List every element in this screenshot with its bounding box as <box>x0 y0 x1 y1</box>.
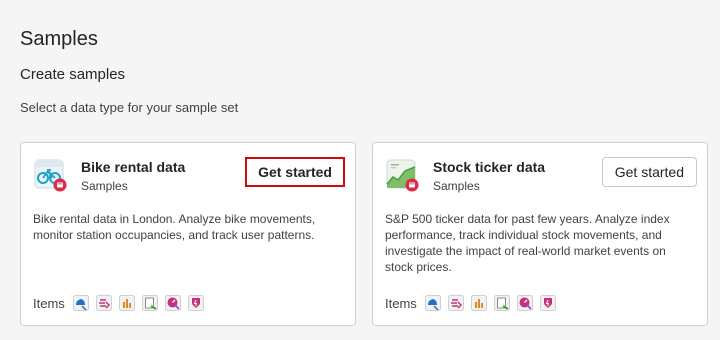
kql-queryset-icon <box>118 295 135 311</box>
eventhouse-icon <box>72 295 89 311</box>
section-title: Create samples <box>20 66 126 83</box>
items-label: Items <box>385 295 417 311</box>
activator-icon <box>539 295 556 311</box>
real-time-dashboard-icon <box>516 295 533 311</box>
get-started-button-bike[interactable]: Get started <box>245 157 345 187</box>
real-time-dashboard-icon <box>164 295 181 311</box>
items-row: Items <box>385 293 563 313</box>
section-subtitle: Select a data type for your sample set <box>20 100 239 115</box>
sample-card-bike-rental: Bike rental data Samples Get started Bik… <box>20 142 356 326</box>
notebook-icon <box>141 295 158 311</box>
eventhouse-icon <box>424 295 441 311</box>
bike-icon <box>34 159 67 192</box>
card-description: Bike rental data in London. Analyze bike… <box>33 212 316 242</box>
card-description: S&P 500 ticker data for past few years. … <box>385 212 670 274</box>
eventstream-icon <box>447 295 464 311</box>
get-started-button-stock[interactable]: Get started <box>601 157 697 187</box>
items-row: Items <box>33 293 211 313</box>
kql-queryset-icon <box>470 295 487 311</box>
stock-chart-icon <box>386 159 419 192</box>
sample-card-stock-ticker: Stock ticker data Samples Get started S&… <box>372 142 708 326</box>
card-kind: Samples <box>433 179 480 193</box>
notebook-icon <box>493 295 510 311</box>
card-header: Bike rental data Samples Get started <box>33 155 345 195</box>
eventstream-icon <box>95 295 112 311</box>
items-label: Items <box>33 295 65 311</box>
card-kind: Samples <box>81 179 128 193</box>
card-name: Bike rental data <box>81 159 186 175</box>
page-title: Samples <box>20 28 98 50</box>
card-name: Stock ticker data <box>433 159 546 175</box>
activator-icon <box>187 295 204 311</box>
card-header: Stock ticker data Samples Get started <box>385 155 697 195</box>
